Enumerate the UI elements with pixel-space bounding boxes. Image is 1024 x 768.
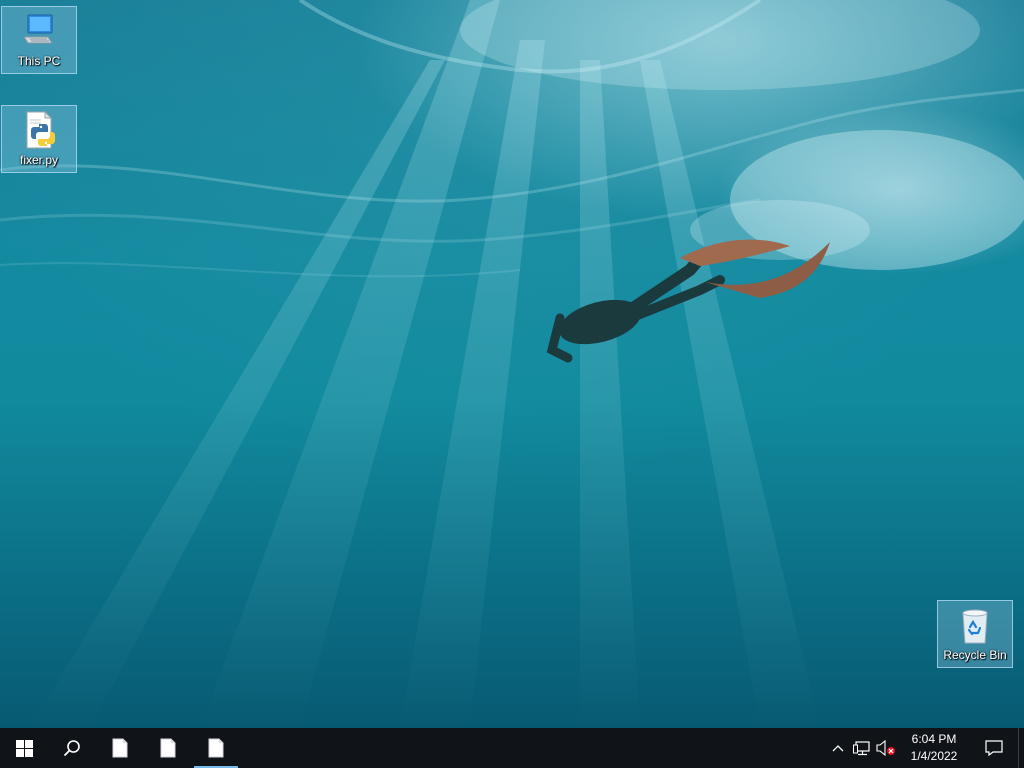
taskbar-app-3[interactable] (192, 728, 240, 768)
desktop-wallpaper (0, 0, 1024, 728)
taskbar-app-1[interactable] (96, 728, 144, 768)
python-file-icon (26, 110, 55, 149)
computer-icon (23, 14, 53, 44)
volume-button[interactable] (874, 728, 898, 768)
clock[interactable]: 6:04 PM 1/4/2022 (898, 728, 970, 768)
document-icon (160, 738, 176, 758)
document-icon (112, 738, 128, 758)
desktop-icon-fixer-py[interactable]: fixer.py (1, 105, 77, 173)
document-icon (208, 738, 224, 758)
action-center-icon (985, 740, 1003, 756)
clock-time: 6:04 PM (911, 732, 957, 746)
start-button[interactable] (0, 728, 48, 768)
desktop-icon-label: This PC (17, 54, 61, 68)
show-hidden-icons-button[interactable] (826, 728, 850, 768)
clock-date: 1/4/2022 (910, 749, 958, 763)
volume-muted-icon (876, 740, 895, 756)
desktop-icon-this-pc[interactable]: This PC (1, 6, 77, 74)
system-tray: 6:04 PM 1/4/2022 (826, 728, 1024, 768)
desktop-icon-label: fixer.py (19, 153, 58, 167)
recycle-bin-icon (962, 609, 988, 644)
search-icon (63, 740, 80, 757)
taskbar: 6:04 PM 1/4/2022 (0, 728, 1024, 768)
windows-logo-icon (15, 739, 33, 757)
show-desktop-button[interactable] (1018, 728, 1024, 768)
network-button[interactable] (850, 728, 874, 768)
chevron-up-icon (832, 745, 844, 752)
underwater-scene (0, 0, 1024, 728)
desktop-icon-label: Recycle Bin (943, 648, 1007, 662)
search-button[interactable] (48, 728, 96, 768)
desktop-icon-recycle-bin[interactable]: Recycle Bin (937, 600, 1013, 668)
network-icon (853, 741, 870, 756)
taskbar-app-2[interactable] (144, 728, 192, 768)
action-center-button[interactable] (970, 728, 1018, 768)
